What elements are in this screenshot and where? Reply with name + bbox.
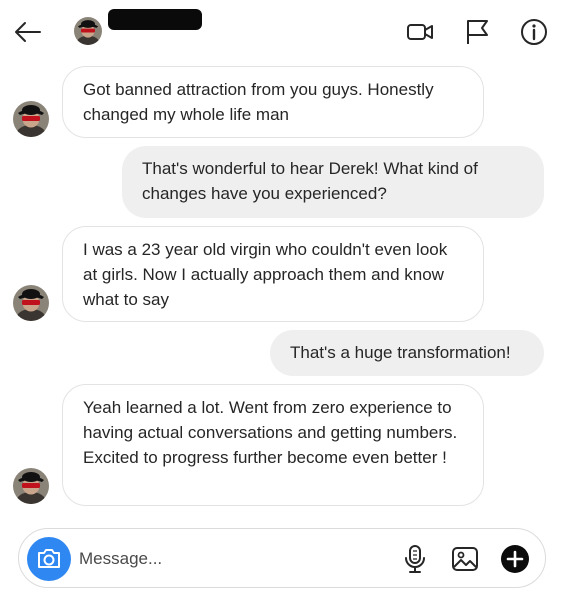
camera-icon bbox=[38, 549, 60, 568]
avatar-image bbox=[13, 285, 49, 321]
flag-icon bbox=[467, 20, 488, 44]
back-button[interactable] bbox=[12, 16, 44, 48]
report-button[interactable] bbox=[462, 16, 494, 48]
outgoing-message[interactable]: That's a huge transformation! bbox=[270, 330, 544, 376]
incoming-message[interactable]: I was a 23 year old virgin who couldn't … bbox=[62, 226, 484, 322]
outgoing-message[interactable]: That's wonderful to hear Derek! What kin… bbox=[122, 146, 544, 218]
avatar-image bbox=[74, 17, 102, 45]
image-icon bbox=[452, 547, 478, 571]
more-options-button[interactable] bbox=[499, 543, 531, 575]
voice-message-button[interactable] bbox=[399, 543, 431, 575]
contact-username-redacted: redacted bbox=[108, 9, 202, 30]
message-input[interactable] bbox=[79, 543, 379, 575]
message-composer bbox=[18, 528, 546, 588]
send-photo-button[interactable] bbox=[449, 543, 481, 575]
chat-header: redacted bbox=[0, 0, 562, 62]
sender-avatar[interactable] bbox=[13, 468, 49, 504]
sender-avatar[interactable] bbox=[13, 285, 49, 321]
video-camera-icon bbox=[407, 24, 433, 40]
avatar-image bbox=[13, 468, 49, 504]
incoming-message[interactable]: Yeah learned a lot. Went from zero exper… bbox=[62, 384, 484, 506]
avatar-image bbox=[13, 101, 49, 137]
info-icon bbox=[521, 19, 547, 45]
incoming-message[interactable]: Got banned attraction from you guys. Hon… bbox=[62, 66, 484, 138]
sender-avatar[interactable] bbox=[13, 101, 49, 137]
camera-button[interactable] bbox=[27, 537, 71, 581]
arrow-left-icon bbox=[15, 22, 41, 42]
video-call-button[interactable] bbox=[404, 16, 436, 48]
contact-avatar[interactable] bbox=[74, 17, 102, 45]
microphone-icon bbox=[405, 545, 425, 573]
plus-circle-icon bbox=[501, 545, 529, 573]
conversation-info-button[interactable] bbox=[518, 16, 550, 48]
